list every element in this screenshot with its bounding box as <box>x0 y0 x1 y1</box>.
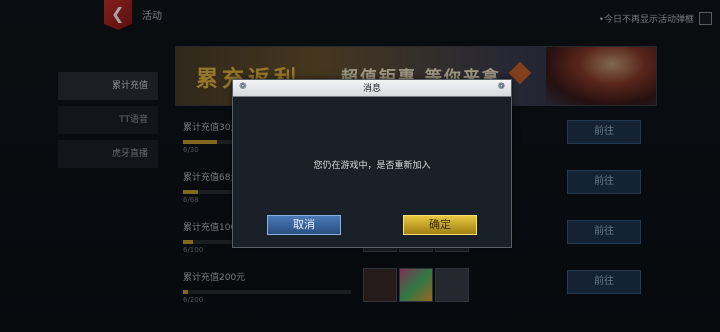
dialog-title: 消息 <box>362 84 381 94</box>
ornament-icon: ❁ <box>497 82 505 92</box>
game-screen: ❮ 活动 •今日不再显示活动弹框 累计充值 TT语音 虎牙直播 累充返利 超值钜… <box>0 0 720 332</box>
cancel-button[interactable]: 取消 <box>267 215 341 235</box>
confirm-button[interactable]: 确定 <box>403 215 477 235</box>
dialog-header: ❁ 消息 ❁ <box>233 80 511 97</box>
message-dialog: ❁ 消息 ❁ 您仍在游戏中，是否重新加入 取消 确定 <box>232 79 512 248</box>
dialog-message: 您仍在游戏中，是否重新加入 <box>313 161 431 171</box>
